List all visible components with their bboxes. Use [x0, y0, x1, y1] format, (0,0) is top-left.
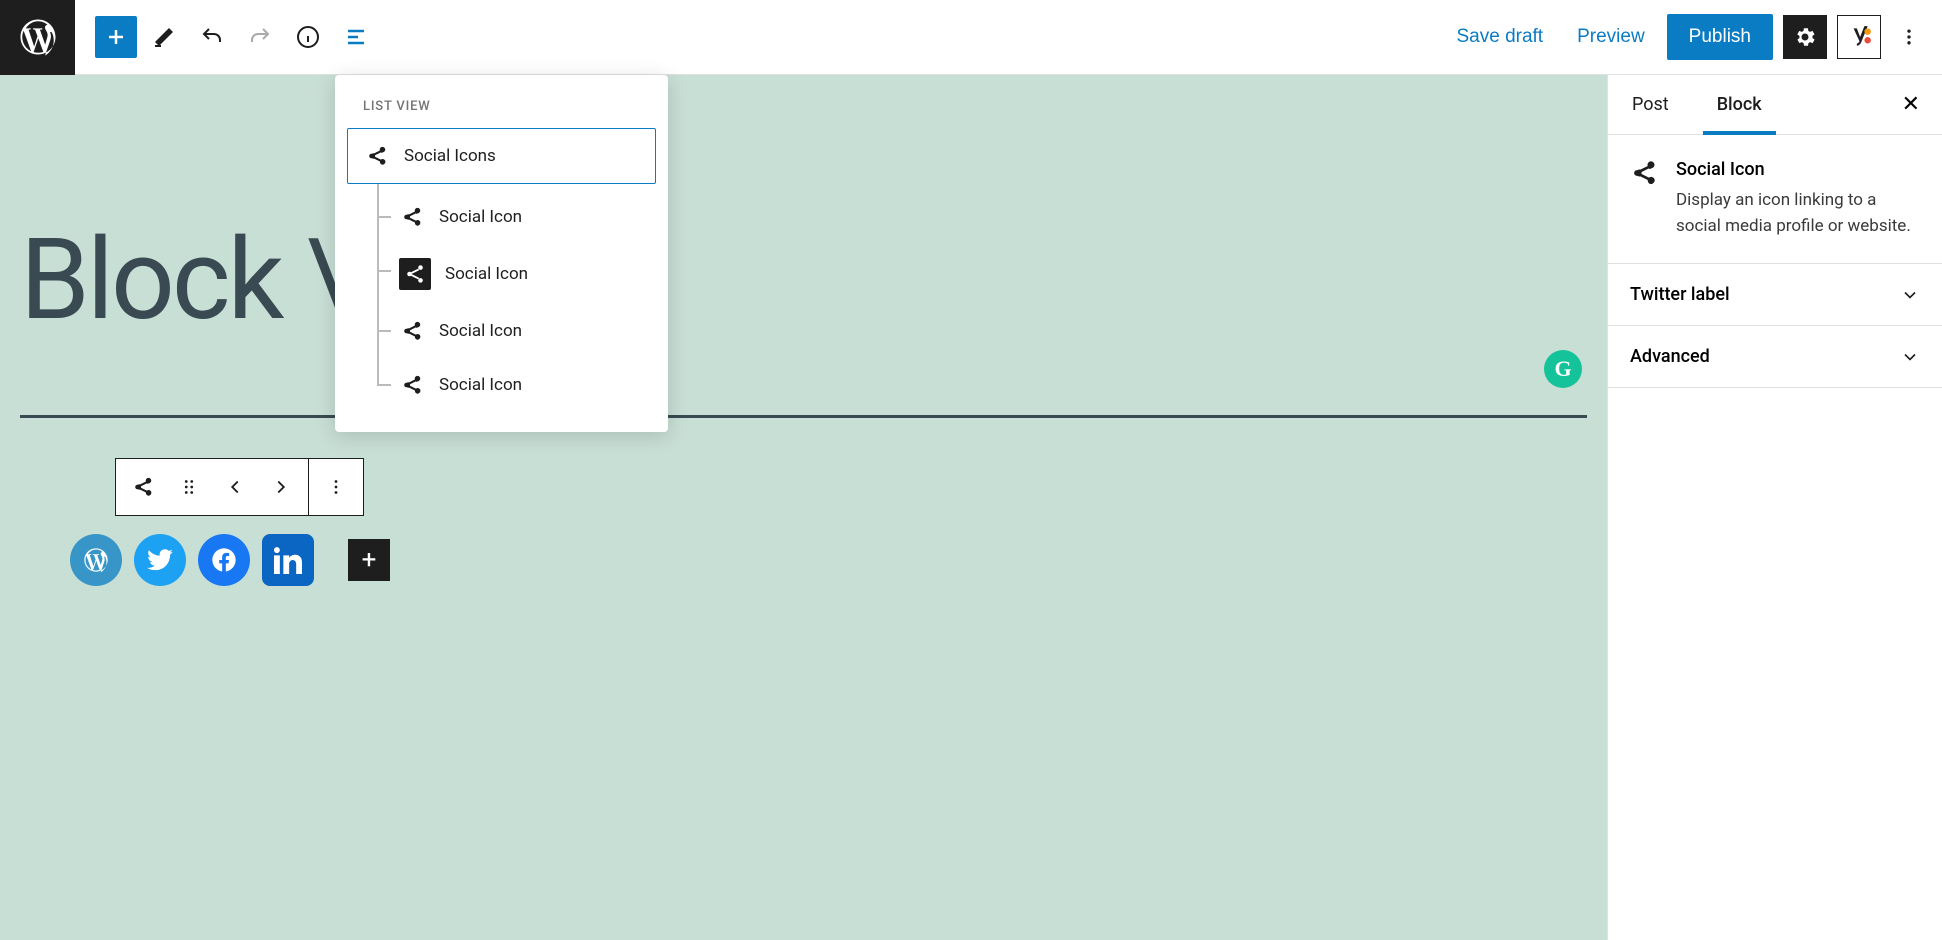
close-sidebar-button[interactable]: ✕ — [1894, 84, 1928, 125]
listview-heading: LIST VIEW — [335, 99, 668, 128]
block-toolbar — [115, 458, 364, 516]
listview-item-label: Social Icon — [445, 264, 528, 284]
share-icon — [399, 318, 425, 344]
tab-post[interactable]: Post — [1608, 75, 1693, 134]
share-icon — [1630, 159, 1658, 187]
add-block-button[interactable] — [95, 16, 137, 58]
preview-button[interactable]: Preview — [1565, 18, 1657, 56]
settings-button[interactable] — [1783, 15, 1827, 59]
listview-item-label: Social Icon — [439, 321, 522, 341]
chevron-down-icon — [1900, 285, 1920, 305]
social-twitter-icon[interactable] — [134, 534, 186, 586]
listview-item-social-icons[interactable]: Social Icons — [347, 128, 656, 184]
section-advanced[interactable]: Advanced — [1608, 326, 1942, 388]
editor-canvas[interactable]: Block \ ons + LIST VIEW — [0, 75, 1607, 940]
listview-toggle-button[interactable] — [335, 16, 377, 58]
settings-sidebar: Post Block ✕ Social Icon Display an icon… — [1607, 75, 1942, 940]
publish-button[interactable]: Publish — [1667, 14, 1773, 60]
social-wordpress-icon[interactable] — [70, 534, 122, 586]
share-icon — [399, 372, 425, 398]
listview-children: Social Icon Social Icon Social Icon Soci… — [377, 184, 668, 412]
post-title[interactable]: Block \ ons — [20, 115, 1587, 347]
section-title: Advanced — [1630, 346, 1710, 367]
more-options-button[interactable] — [1891, 15, 1927, 59]
info-button[interactable] — [287, 16, 329, 58]
undo-button[interactable] — [191, 16, 233, 58]
listview-item-label: Social Icons — [404, 146, 496, 166]
section-title: Twitter label — [1630, 284, 1730, 305]
share-icon — [399, 258, 431, 290]
wordpress-logo[interactable] — [0, 0, 75, 75]
share-icon — [399, 204, 425, 230]
add-social-icon-button[interactable]: + — [348, 539, 390, 581]
social-linkedin-icon[interactable] — [262, 534, 314, 586]
block-description-text: Display an icon linking to a social medi… — [1676, 188, 1920, 239]
share-icon — [364, 143, 390, 169]
listview-item-social-icon[interactable]: Social Icon — [377, 304, 668, 358]
move-left-button[interactable] — [212, 459, 258, 515]
block-type-button[interactable] — [120, 459, 166, 515]
listview-item-label: Social Icon — [439, 207, 522, 227]
social-facebook-icon[interactable] — [198, 534, 250, 586]
yoast-button[interactable] — [1837, 15, 1881, 59]
workspace: Block \ ons + LIST VIEW — [0, 75, 1942, 940]
top-toolbar: Save draft Preview Publish — [0, 0, 1942, 75]
chevron-down-icon — [1900, 347, 1920, 367]
block-title: Social Icon — [1676, 159, 1920, 180]
toolbar-left — [75, 16, 377, 58]
save-draft-button[interactable]: Save draft — [1444, 18, 1555, 56]
sidebar-tabs: Post Block ✕ — [1608, 75, 1942, 135]
toolbar-right: Save draft Preview Publish — [1444, 14, 1942, 60]
redo-button[interactable] — [239, 16, 281, 58]
block-more-button[interactable] — [313, 459, 359, 515]
listview-panel: LIST VIEW Social Icons Social Icon Socia… — [335, 75, 668, 432]
listview-item-social-icon[interactable]: Social Icon — [377, 358, 668, 412]
drag-handle[interactable] — [166, 459, 212, 515]
grammarly-icon[interactable] — [1544, 350, 1582, 388]
section-twitter-label[interactable]: Twitter label — [1608, 264, 1942, 326]
listview-item-social-icon[interactable]: Social Icon — [377, 190, 668, 244]
block-description: Social Icon Display an icon linking to a… — [1608, 135, 1942, 264]
title-separator — [20, 415, 1587, 418]
move-right-button[interactable] — [258, 459, 304, 515]
listview-item-label: Social Icon — [439, 375, 522, 395]
social-icons-block[interactable]: + — [70, 534, 1587, 586]
tab-block[interactable]: Block — [1693, 75, 1786, 134]
listview-item-social-icon[interactable]: Social Icon — [377, 244, 668, 304]
edit-mode-button[interactable] — [143, 16, 185, 58]
